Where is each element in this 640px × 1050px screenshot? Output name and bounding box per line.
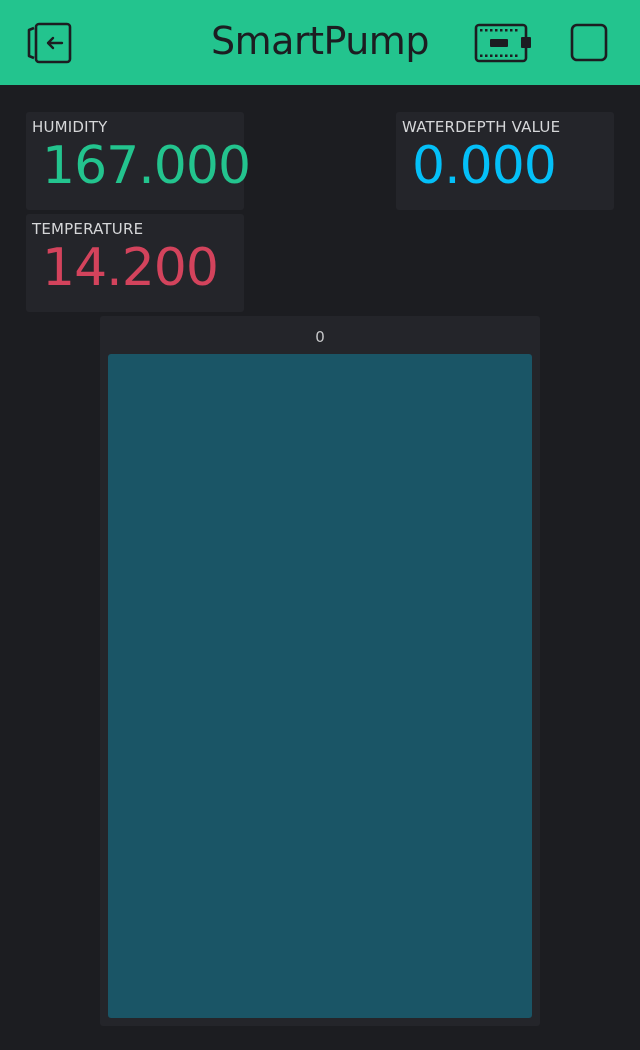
humidity-display[interactable]: HUMIDITY 167.000 — [26, 112, 251, 210]
exit-button[interactable] — [22, 18, 80, 68]
app-title: SmartPump — [211, 19, 429, 63]
top-bar: SmartPump — [0, 0, 640, 85]
temperature-value: 14.200 — [42, 238, 219, 298]
waterdepth-display[interactable]: WATERDEPTH VALUE 0.000 — [396, 112, 614, 210]
humidity-value: 167.000 — [42, 136, 251, 196]
temperature-display[interactable]: TEMPERATURE 14.200 — [26, 214, 244, 312]
slider-value-label: 0 — [315, 328, 325, 346]
stop-button[interactable] — [566, 20, 612, 66]
vertical-slider-track[interactable] — [108, 354, 532, 1018]
vertical-slider-widget: 0 — [100, 316, 540, 1026]
stop-square-icon — [570, 23, 608, 62]
device-board-icon — [474, 23, 531, 63]
waterdepth-value: 0.000 — [412, 136, 557, 196]
humidity-label: HUMIDITY — [32, 118, 108, 136]
waterdepth-label: WATERDEPTH VALUE — [402, 118, 561, 136]
exit-icon — [27, 22, 72, 64]
temperature-label: TEMPERATURE — [32, 220, 144, 238]
device-button[interactable] — [470, 18, 534, 68]
